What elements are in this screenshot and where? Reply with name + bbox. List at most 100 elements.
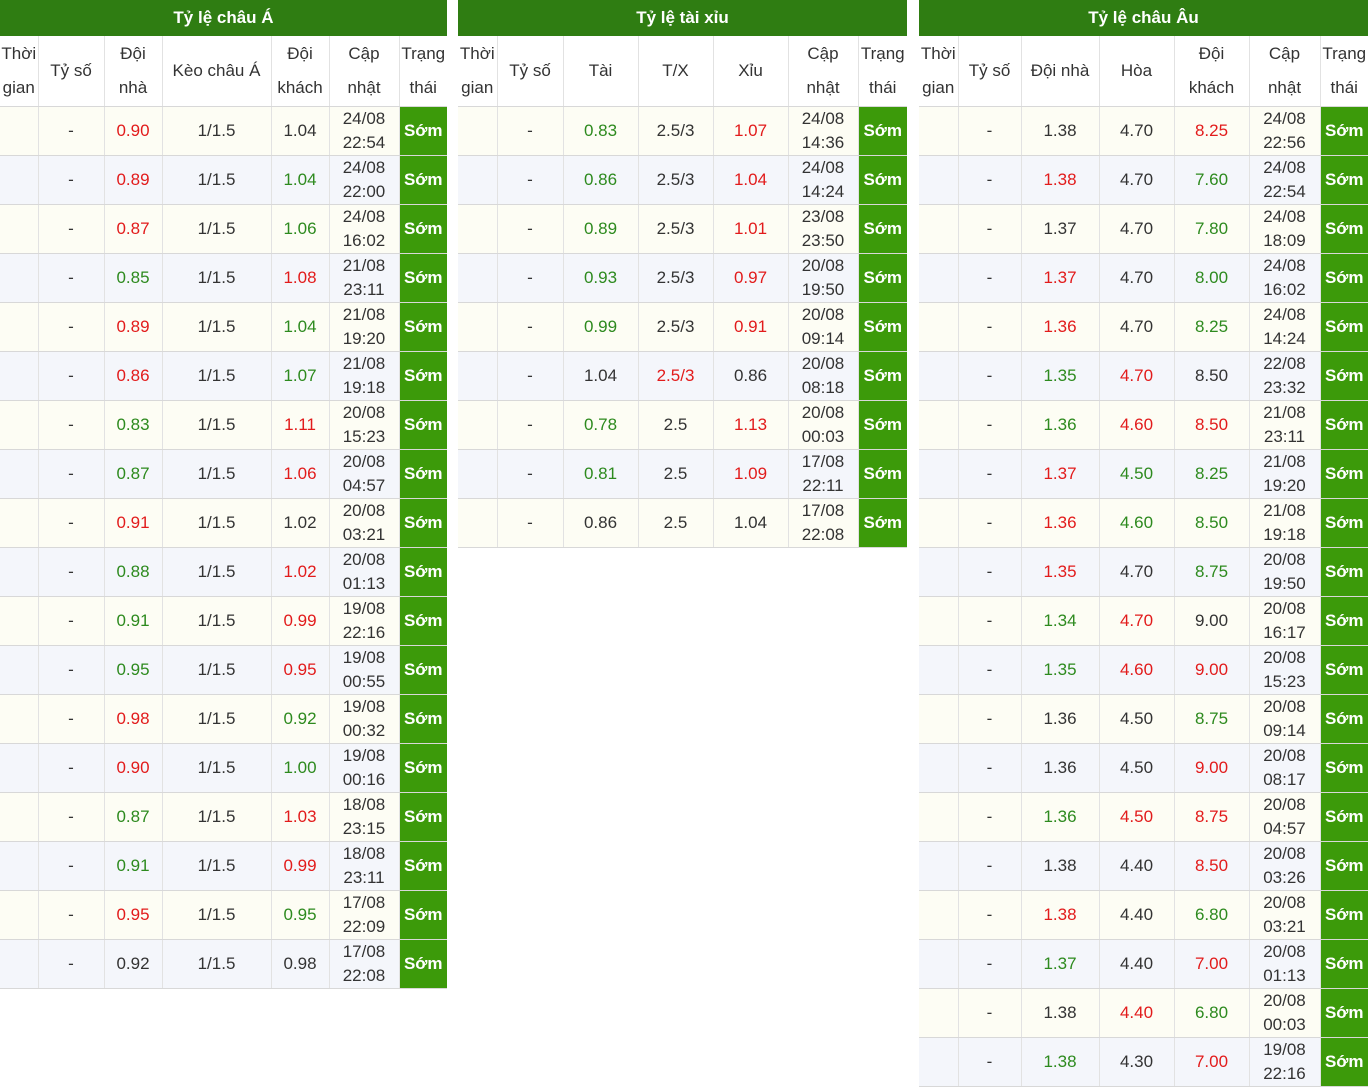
time-cell xyxy=(458,498,498,548)
line-cell: 2.5/3 xyxy=(638,204,714,254)
status-badge: Sớm xyxy=(399,743,447,793)
status-badge: Sớm xyxy=(399,939,447,989)
asian-header-2: Đội nhà xyxy=(104,36,163,107)
away-odds-cell: 0.86 xyxy=(713,351,789,401)
score-cell: - xyxy=(958,1037,1022,1087)
away-odds-cell: 1.04 xyxy=(271,302,330,352)
line-cell: 1/1.5 xyxy=(162,155,272,205)
status-badge: Sớm xyxy=(399,204,447,254)
over-under-body: -0.83 2.5/3 1.07 24/08 14:36 Sớm -0.86 2.5/3 1.… xyxy=(458,106,907,548)
updated-cell: 20/08 01:13 xyxy=(1249,939,1321,989)
away-odds-cell: 1.13 xyxy=(713,400,789,450)
away-odds-cell: 8.50 xyxy=(1174,351,1250,401)
score-cell: - xyxy=(958,890,1022,940)
line-cell: 1/1.5 xyxy=(162,400,272,450)
over-under-header-5: Cập nhật xyxy=(788,36,859,107)
table-row: -0.81 2.5 1.09 17/08 22:11 Sớm xyxy=(458,449,907,499)
over-under-table: Thời gian Tỷ số Tài T/X Xỉu Cập nhật Trạng thá… xyxy=(458,36,907,548)
table-row: -0.99 2.5/3 0.91 20/08 09:14 Sớm xyxy=(458,302,907,352)
updated-cell: 21/08 23:11 xyxy=(1249,400,1321,450)
home-odds-cell: 1.37 xyxy=(1021,204,1100,254)
score-cell: - xyxy=(38,351,105,401)
home-odds-cell: 1.04 xyxy=(563,351,639,401)
table-row: -0.90 1/1.5 1.00 19/08 00:16 Sớm xyxy=(0,743,447,793)
european-header-4: Đội khách xyxy=(1174,36,1250,107)
status-badge: Sớm xyxy=(1320,645,1368,695)
score-cell: - xyxy=(497,302,564,352)
home-odds-cell: 0.95 xyxy=(104,645,163,695)
updated-cell: 24/08 14:24 xyxy=(1249,302,1321,352)
score-cell: - xyxy=(958,988,1022,1038)
home-odds-cell: 0.88 xyxy=(104,547,163,597)
status-badge: Sớm xyxy=(858,204,907,254)
score-cell: - xyxy=(38,449,105,499)
line-cell: 1/1.5 xyxy=(162,792,272,842)
updated-cell: 20/08 19:50 xyxy=(788,253,859,303)
line-cell: 4.70 xyxy=(1099,547,1175,597)
time-cell xyxy=(919,890,959,940)
european-header-2: Đội nhà xyxy=(1021,36,1100,107)
european-odds-table: Thời gian Tỷ số Đội nhà Hòa Đội khách Cập nhậ… xyxy=(919,36,1368,1087)
table-row: -0.89 1/1.5 1.04 24/08 22:00 Sớm xyxy=(0,155,447,205)
updated-cell: 19/08 00:16 xyxy=(329,743,400,793)
home-odds-cell: 0.78 xyxy=(563,400,639,450)
score-cell: - xyxy=(958,547,1022,597)
over-under-header-0: Thời gian xyxy=(458,36,498,107)
status-badge: Sớm xyxy=(1320,302,1368,352)
european-header-5: Cập nhật xyxy=(1249,36,1321,107)
away-odds-cell: 1.06 xyxy=(271,204,330,254)
away-odds-cell: 1.04 xyxy=(271,106,330,156)
time-cell xyxy=(919,645,959,695)
time-cell xyxy=(0,498,39,548)
table-row: -0.91 1/1.5 0.99 18/08 23:11 Sớm xyxy=(0,841,447,891)
score-cell: - xyxy=(958,694,1022,744)
score-cell: - xyxy=(38,400,105,450)
table-row: -1.36 4.70 8.25 24/08 14:24 Sớm xyxy=(919,302,1368,352)
line-cell: 4.40 xyxy=(1099,939,1175,989)
away-odds-cell: 8.50 xyxy=(1174,841,1250,891)
updated-cell: 20/08 15:23 xyxy=(1249,645,1321,695)
table-row: -0.87 1/1.5 1.03 18/08 23:15 Sớm xyxy=(0,792,447,842)
score-cell: - xyxy=(38,498,105,548)
status-badge: Sớm xyxy=(1320,743,1368,793)
status-badge: Sớm xyxy=(858,400,907,450)
updated-cell: 19/08 00:55 xyxy=(329,645,400,695)
status-badge: Sớm xyxy=(1320,596,1368,646)
away-odds-cell: 8.25 xyxy=(1174,106,1250,156)
status-badge: Sớm xyxy=(1320,204,1368,254)
line-cell: 2.5 xyxy=(638,400,714,450)
score-cell: - xyxy=(958,645,1022,695)
away-odds-cell: 1.06 xyxy=(271,449,330,499)
table-row: -1.38 4.70 8.25 24/08 22:56 Sớm xyxy=(919,106,1368,156)
score-cell: - xyxy=(958,596,1022,646)
status-badge: Sớm xyxy=(858,449,907,499)
over-under-header-1: Tỷ số xyxy=(497,36,564,107)
score-cell: - xyxy=(38,645,105,695)
score-cell: - xyxy=(958,106,1022,156)
updated-cell: 20/08 01:13 xyxy=(329,547,400,597)
table-row: -1.36 4.60 8.50 21/08 23:11 Sớm xyxy=(919,400,1368,450)
away-odds-cell: 1.04 xyxy=(713,498,789,548)
updated-cell: 24/08 22:54 xyxy=(1249,155,1321,205)
line-cell: 2.5/3 xyxy=(638,253,714,303)
table-row: -0.88 1/1.5 1.02 20/08 01:13 Sớm xyxy=(0,547,447,597)
line-cell: 4.70 xyxy=(1099,155,1175,205)
updated-cell: 20/08 08:18 xyxy=(788,351,859,401)
time-cell xyxy=(919,694,959,744)
line-cell: 4.50 xyxy=(1099,792,1175,842)
away-odds-cell: 8.25 xyxy=(1174,302,1250,352)
score-cell: - xyxy=(958,743,1022,793)
line-cell: 1/1.5 xyxy=(162,253,272,303)
home-odds-cell: 1.38 xyxy=(1021,106,1100,156)
status-badge: Sớm xyxy=(1320,547,1368,597)
asian-odds-title: Tỷ lệ châu Á xyxy=(0,0,447,36)
away-odds-cell: 7.80 xyxy=(1174,204,1250,254)
time-cell xyxy=(919,302,959,352)
table-row: -0.91 1/1.5 1.02 20/08 03:21 Sớm xyxy=(0,498,447,548)
time-cell xyxy=(919,155,959,205)
status-badge: Sớm xyxy=(399,841,447,891)
over-under-header-row: Thời gian Tỷ số Tài T/X Xỉu Cập nhật Trạng thá… xyxy=(458,36,907,107)
away-odds-cell: 1.07 xyxy=(713,106,789,156)
table-row: -1.38 4.40 8.50 20/08 03:26 Sớm xyxy=(919,841,1368,891)
away-odds-cell: 0.92 xyxy=(271,694,330,744)
